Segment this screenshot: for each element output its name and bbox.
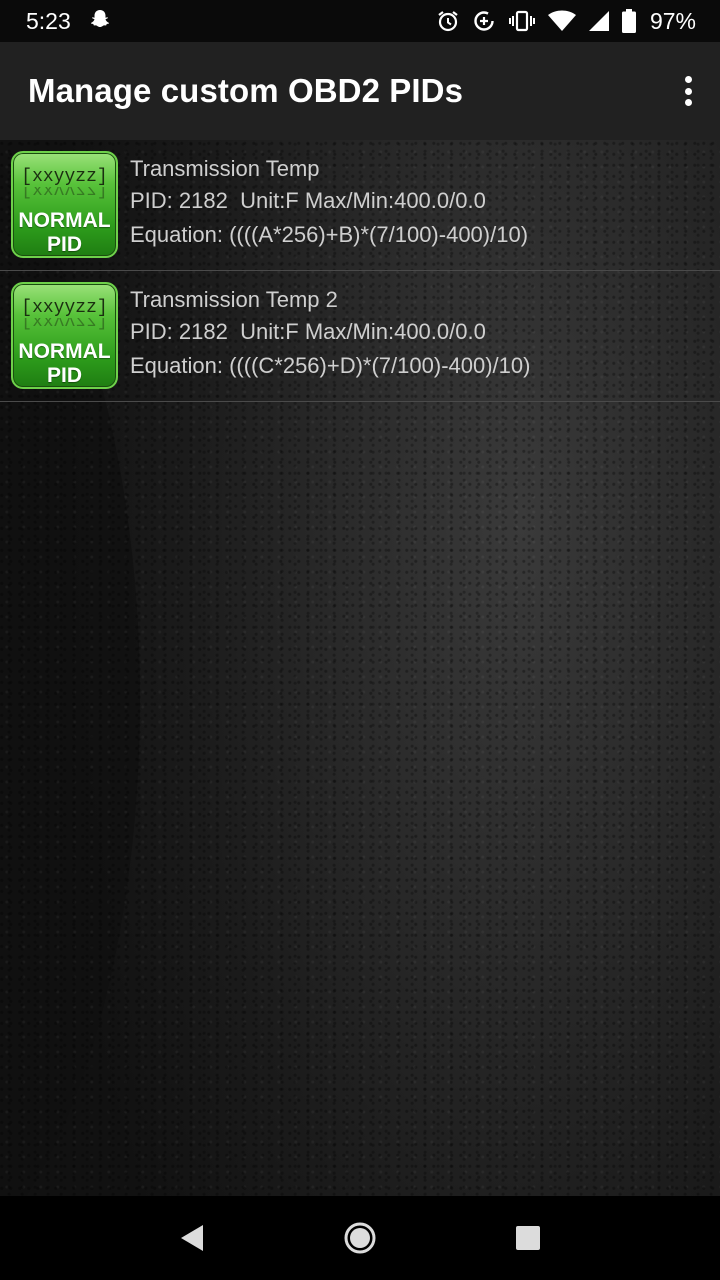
pid-details: PID: 2182 Unit:F Max/Min:400.0/0.0 (130, 188, 486, 213)
pid-details: PID: 2182 Unit:F Max/Min:400.0/0.0 (130, 319, 486, 344)
navigation-bar (0, 1196, 720, 1280)
alarm-icon (436, 9, 460, 33)
status-bar: 5:23 97% (0, 0, 720, 42)
pid-list: [xxyyzz] [xxyyzz] NORMAL PID Transmissio… (0, 140, 720, 402)
vibrate-icon (508, 9, 536, 33)
home-circle-icon[interactable] (343, 1221, 377, 1255)
pid-text: Transmission Temp PID: 2182 Unit:F Max/M… (130, 154, 528, 252)
pid-name: Transmission Temp (130, 156, 320, 181)
app-bar: Manage custom OBD2 PIDs (0, 42, 720, 140)
normal-pid-icon: [xxyyzz] [xxyyzz] NORMAL PID (11, 151, 118, 258)
more-vert-icon[interactable] (682, 76, 694, 106)
battery-icon (621, 9, 636, 33)
data-saver-icon (472, 9, 496, 33)
recents-square-icon[interactable] (514, 1224, 542, 1252)
list-item[interactable]: [xxyyzz] [xxyyzz] NORMAL PID Transmissio… (0, 140, 720, 271)
pid-equation: Equation: ((((C*256)+D)*(7/100)-400)/10) (130, 353, 531, 378)
pid-name: Transmission Temp 2 (130, 287, 338, 312)
list-item[interactable]: [xxyyzz] [xxyyzz] NORMAL PID Transmissio… (0, 271, 720, 402)
pid-text: Transmission Temp 2 PID: 2182 Unit:F Max… (130, 285, 530, 383)
pid-equation: Equation: ((((A*256)+B)*(7/100)-400)/10) (130, 222, 529, 247)
status-time: 5:23 (26, 7, 71, 34)
content-area: [xxyyzz] [xxyyzz] NORMAL PID Transmissio… (0, 140, 720, 1196)
back-triangle-icon[interactable] (178, 1223, 206, 1253)
snapchat-ghost-icon (89, 8, 111, 35)
signal-icon (588, 10, 610, 32)
battery-percentage: 97% (649, 7, 696, 34)
normal-pid-icon: [xxyyzz] [xxyyzz] NORMAL PID (11, 282, 118, 389)
wifi-icon (547, 10, 576, 32)
page-title: Manage custom OBD2 PIDs (28, 72, 464, 109)
